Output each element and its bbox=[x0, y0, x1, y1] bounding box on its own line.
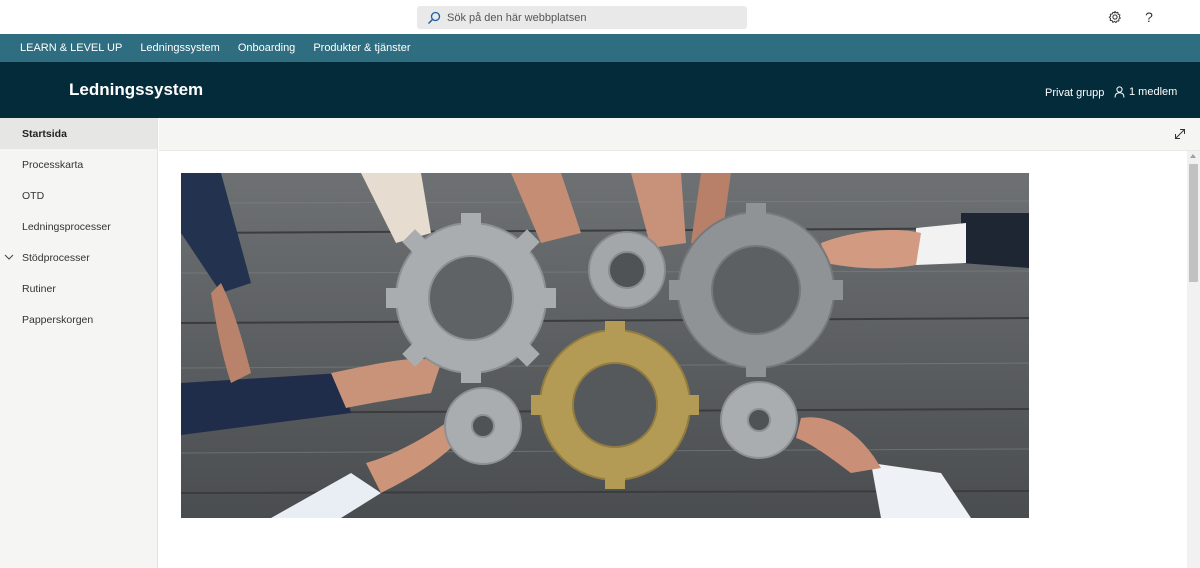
left-navigation: Startsida Processkarta OTD Ledningsproce… bbox=[0, 118, 158, 568]
suite-bar: ? bbox=[0, 0, 1200, 34]
hub-navigation: LEARN & LEVEL UP Ledningssystem Onboardi… bbox=[0, 34, 1200, 62]
search-icon bbox=[427, 11, 441, 24]
left-nav-label: Ledningsprocesser bbox=[22, 220, 111, 233]
left-nav-label: Stödprocesser bbox=[22, 251, 90, 264]
hub-nav-item-ledningssystem[interactable]: Ledningssystem bbox=[131, 42, 229, 54]
gears-illustration bbox=[181, 173, 1029, 518]
left-nav-label: Papperskorgen bbox=[22, 313, 94, 326]
left-nav-label: Rutiner bbox=[22, 282, 56, 295]
left-nav-item-rutiner[interactable]: Rutiner bbox=[0, 273, 157, 304]
left-nav-item-ledningsprocesser[interactable]: Ledningsprocesser bbox=[0, 211, 157, 242]
help-icon[interactable]: ? bbox=[1141, 9, 1157, 25]
hero-image bbox=[181, 173, 1029, 518]
expand-icon[interactable] bbox=[1174, 128, 1186, 140]
members-count: 1 medlem bbox=[1129, 86, 1178, 98]
help-label: ? bbox=[1145, 9, 1153, 25]
left-nav-item-processkarta[interactable]: Processkarta bbox=[0, 149, 157, 180]
search-box[interactable] bbox=[417, 6, 747, 29]
left-nav-item-otd[interactable]: OTD bbox=[0, 180, 157, 211]
site-title[interactable]: Ledningssystem bbox=[69, 80, 203, 100]
page-content bbox=[159, 151, 1187, 568]
left-nav-item-papperskorgen[interactable]: Papperskorgen bbox=[0, 304, 157, 335]
scroll-up-arrow-icon[interactable] bbox=[1190, 154, 1196, 158]
chevron-down-icon[interactable] bbox=[4, 252, 14, 262]
scroll-thumb[interactable] bbox=[1189, 164, 1198, 282]
left-nav-label: Processkarta bbox=[22, 158, 84, 171]
privacy-label: Privat grupp bbox=[1045, 87, 1105, 99]
left-nav-item-stodprocesser[interactable]: Stödprocesser bbox=[0, 242, 157, 273]
left-nav-item-startsida[interactable]: Startsida bbox=[0, 118, 157, 149]
page-scrollbar[interactable] bbox=[1187, 151, 1200, 568]
hub-nav-item-onboarding[interactable]: Onboarding bbox=[229, 42, 305, 54]
site-header: Ledningssystem Privat grupp 1 medlem bbox=[0, 62, 1200, 118]
search-input[interactable] bbox=[447, 11, 737, 24]
command-bar bbox=[159, 118, 1200, 151]
gear-icon[interactable] bbox=[1107, 9, 1123, 25]
hub-nav-item-learn[interactable]: LEARN & LEVEL UP bbox=[11, 42, 131, 54]
left-nav-label: OTD bbox=[22, 189, 45, 202]
hub-nav-item-produkter[interactable]: Produkter & tjänster bbox=[304, 42, 419, 54]
person-icon bbox=[1114, 86, 1125, 98]
left-nav-label: Startsida bbox=[22, 127, 67, 140]
members-button[interactable]: 1 medlem bbox=[1114, 86, 1177, 98]
